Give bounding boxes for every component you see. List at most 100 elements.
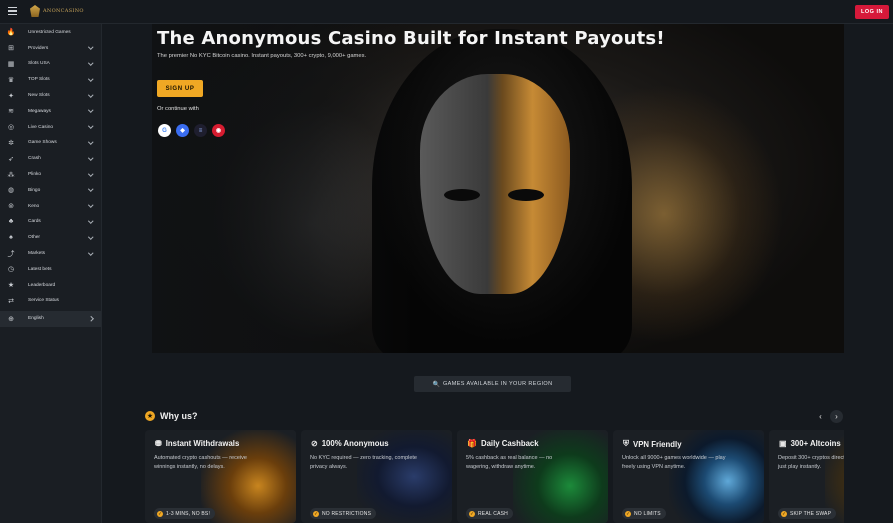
- games-region-label: GAMES AVAILABLE IN YOUR REGION: [442, 381, 553, 387]
- chevron-down-icon: [87, 170, 93, 176]
- sidebar-item-latest-bets[interactable]: ◷ Latest bets: [0, 261, 101, 277]
- grid-icon: ⊞: [8, 45, 14, 53]
- sidebar-item-label: Keno: [28, 203, 40, 209]
- language-selector[interactable]: ⊕ English: [0, 310, 101, 327]
- sidebar-item-label: Latest bets: [28, 266, 52, 272]
- chevron-down-icon: [87, 218, 93, 224]
- keno-icon: ⊚: [8, 203, 14, 211]
- chevron-down-icon: [87, 139, 93, 145]
- sidebar-item-live-casino[interactable]: ◎ Live Casino: [0, 119, 101, 135]
- signup-button[interactable]: SIGN UP: [157, 80, 203, 97]
- card-badge: ✓ SKIP THE SWAP: [778, 508, 837, 519]
- card-badge: ✓ REAL CASH: [466, 508, 513, 519]
- card-title: 100% Anonymous: [321, 439, 389, 448]
- sidebar-item-plinko[interactable]: ⁂ Plinko: [0, 167, 101, 183]
- card-description: No KYC required — zero tracking, complet…: [310, 455, 417, 470]
- rocket-icon: ➶: [8, 155, 14, 163]
- search-icon: 🔍: [432, 381, 440, 388]
- sidebar-item-slots-usa[interactable]: ▦ Slots USA: [0, 56, 101, 72]
- ethereum-login-icon[interactable]: ◆: [176, 124, 189, 137]
- check-icon: ✓: [625, 510, 631, 517]
- feature-card-instant-withdrawals[interactable]: ⛃ Instant Withdrawals Automated crypto cas…: [145, 430, 296, 523]
- sidebar-item-unrestricted-games[interactable]: 🔥 Unrestricted Games: [0, 25, 101, 41]
- sidebar-item-crash[interactable]: ➶ Crash: [0, 151, 101, 167]
- feature-card-300-altcoins[interactable]: ▣ 300+ Altcoins Deposit 300+ cryptos direc…: [769, 430, 844, 523]
- why-us-title: Why us?: [160, 411, 198, 421]
- feature-card-daily-cashback[interactable]: 🎁 Daily Cashback 5% cashback as real balan…: [457, 430, 608, 523]
- sidebar-item-label: Live Casino: [28, 124, 54, 130]
- sidebar-item-cards[interactable]: ♣ Cards: [0, 214, 101, 230]
- sidebar-item-label: Unrestricted Games: [28, 29, 71, 35]
- card-badge: ✓ NO LIMITS: [622, 508, 666, 519]
- wheel-icon: ✲: [8, 139, 14, 147]
- sidebar-item-label: Plinko: [28, 172, 42, 178]
- sidebar-item-label: Megaways: [28, 108, 51, 114]
- gift-icon: 🎁: [467, 439, 477, 448]
- card-badge-label: NO LIMITS: [634, 510, 661, 517]
- carousel-prev-button[interactable]: ‹: [814, 410, 827, 423]
- feature-card-100-anonymous[interactable]: ⊘ 100% Anonymous No KYC required — zero tr…: [301, 430, 452, 523]
- sidebar-item-label: Bingo: [28, 187, 41, 193]
- eye-off-icon: ⊘: [311, 439, 318, 448]
- card-badge: ✓ NO RESTRICTIONS: [310, 508, 377, 519]
- sidebar-item-service-status[interactable]: ⇄ Service Status: [0, 293, 101, 309]
- top-bar: ANONCASINO LOG IN: [0, 0, 893, 24]
- red-login-icon[interactable]: ◉: [212, 124, 225, 137]
- cards-icon: ♣: [8, 218, 14, 226]
- sidebar-item-leaderboard[interactable]: ★ Leaderboard: [0, 277, 101, 293]
- sidebar-item-label: TOP Slots: [28, 77, 50, 83]
- sidebar-item-top-slots[interactable]: ♛ TOP Slots: [0, 72, 101, 88]
- lines-icon: ≋: [8, 108, 14, 116]
- games-region-button[interactable]: 🔍 GAMES AVAILABLE IN YOUR REGION: [414, 376, 571, 392]
- carousel-next-button[interactable]: ›: [830, 410, 843, 423]
- logo-text: ANONCASINO: [43, 8, 84, 14]
- check-icon: ✓: [157, 510, 163, 517]
- sidebar-item-label: Slots USA: [28, 61, 50, 67]
- bingo-icon: ◍: [7, 187, 15, 195]
- sidebar-item-bingo[interactable]: ◍ Bingo: [0, 182, 101, 198]
- sidebar-item-label: Leaderboard: [28, 282, 56, 288]
- status-icon: ⇄: [8, 297, 14, 305]
- hero-title: The Anonymous Casino Built for Instant P…: [157, 28, 665, 49]
- login-button[interactable]: LOG IN: [855, 5, 889, 19]
- sidebar-item-label: Game Shows: [28, 140, 57, 146]
- sidebar-item-providers[interactable]: ⊞ Providers: [0, 40, 101, 56]
- sidebar-item-label: Crash: [28, 156, 41, 162]
- plinko-icon: ⁂: [7, 171, 15, 179]
- sidebar-item-label: Service Status: [28, 298, 59, 304]
- menu-icon[interactable]: [8, 7, 17, 16]
- logo[interactable]: ANONCASINO: [30, 5, 84, 17]
- card-title: 300+ Altcoins: [790, 439, 841, 448]
- card-badge-label: REAL CASH: [478, 510, 508, 517]
- card-description: Deposit 300+ cryptos directly, no swaps …: [778, 455, 844, 470]
- sidebar-item-keno[interactable]: ⊚ Keno: [0, 198, 101, 214]
- clock-icon: ◷: [7, 266, 15, 274]
- google-login-icon[interactable]: G: [158, 124, 171, 137]
- sidebar-item-other[interactable]: ♠ Other: [0, 230, 101, 246]
- card-badge-label: 1-3 MINS, NO BS!: [166, 510, 211, 517]
- shield-icon: ⛨: [623, 439, 629, 448]
- chevron-down-icon: [87, 107, 93, 113]
- sidebar-item-new-slots[interactable]: ✦ New Slots: [0, 88, 101, 104]
- new-badge-icon: ✦: [8, 92, 14, 100]
- card-title: Instant Withdrawals: [165, 439, 240, 448]
- chevron-down-icon: [87, 234, 93, 240]
- card-title: Daily Cashback: [480, 439, 539, 448]
- solana-login-icon[interactable]: ≡: [194, 124, 207, 137]
- sidebar-item-label: Markets: [28, 251, 46, 257]
- flame-icon: 🔥: [6, 29, 16, 37]
- globe-icon: ⊕: [8, 315, 14, 323]
- sidebar-item-label: New Slots: [28, 93, 50, 99]
- chevron-down-icon: [87, 186, 93, 192]
- coins-icon: ⛃: [155, 439, 162, 448]
- sidebar-item-megaways[interactable]: ≋ Megaways: [0, 103, 101, 119]
- trophy-icon: ♛: [7, 76, 15, 84]
- chevron-down-icon: [87, 249, 93, 255]
- feature-card-vpn-friendly[interactable]: ⛨ VPN Friendly Unlock all 9000+ games worl…: [613, 430, 764, 523]
- why-us-heading: ★ Why us?: [145, 411, 198, 421]
- sidebar-item-game-shows[interactable]: ✲ Game Shows: [0, 135, 101, 151]
- sidebar-item-markets[interactable]: ⤴ Markets: [0, 246, 101, 262]
- card-badge: ✓ 1-3 MINS, NO BS!: [154, 508, 216, 519]
- check-icon: ✓: [469, 510, 475, 517]
- mask-logo-icon: [30, 5, 40, 17]
